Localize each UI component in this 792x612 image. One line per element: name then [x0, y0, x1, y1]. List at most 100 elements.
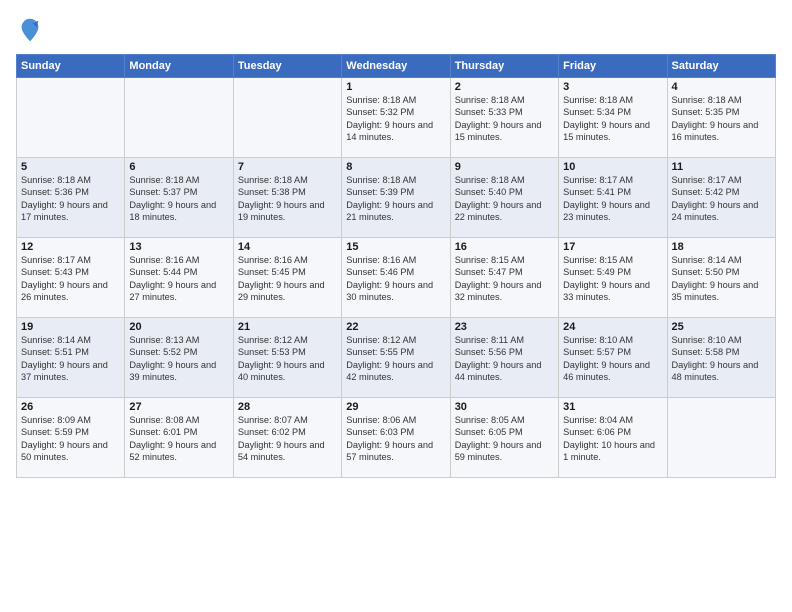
day-cell: 27Sunrise: 8:08 AM Sunset: 6:01 PM Dayli… — [125, 398, 233, 478]
day-info: Sunrise: 8:18 AM Sunset: 5:39 PM Dayligh… — [346, 174, 445, 224]
day-cell — [667, 398, 775, 478]
day-cell: 13Sunrise: 8:16 AM Sunset: 5:44 PM Dayli… — [125, 238, 233, 318]
day-cell: 1Sunrise: 8:18 AM Sunset: 5:32 PM Daylig… — [342, 78, 450, 158]
day-info: Sunrise: 8:17 AM Sunset: 5:43 PM Dayligh… — [21, 254, 120, 304]
day-info: Sunrise: 8:18 AM Sunset: 5:33 PM Dayligh… — [455, 94, 554, 144]
day-cell: 19Sunrise: 8:14 AM Sunset: 5:51 PM Dayli… — [17, 318, 125, 398]
day-number: 16 — [455, 241, 554, 253]
day-cell: 16Sunrise: 8:15 AM Sunset: 5:47 PM Dayli… — [450, 238, 558, 318]
day-number: 27 — [129, 401, 228, 413]
day-number: 15 — [346, 241, 445, 253]
day-info: Sunrise: 8:18 AM Sunset: 5:36 PM Dayligh… — [21, 174, 120, 224]
day-info: Sunrise: 8:18 AM Sunset: 5:32 PM Dayligh… — [346, 94, 445, 144]
day-number: 12 — [21, 241, 120, 253]
calendar-table: SundayMondayTuesdayWednesdayThursdayFrid… — [16, 54, 776, 478]
week-row-2: 5Sunrise: 8:18 AM Sunset: 5:36 PM Daylig… — [17, 158, 776, 238]
weekday-thursday: Thursday — [450, 55, 558, 78]
day-info: Sunrise: 8:16 AM Sunset: 5:44 PM Dayligh… — [129, 254, 228, 304]
day-number: 25 — [672, 321, 771, 333]
day-number: 30 — [455, 401, 554, 413]
day-info: Sunrise: 8:08 AM Sunset: 6:01 PM Dayligh… — [129, 414, 228, 464]
weekday-wednesday: Wednesday — [342, 55, 450, 78]
day-info: Sunrise: 8:07 AM Sunset: 6:02 PM Dayligh… — [238, 414, 337, 464]
day-cell: 17Sunrise: 8:15 AM Sunset: 5:49 PM Dayli… — [559, 238, 667, 318]
day-info: Sunrise: 8:15 AM Sunset: 5:49 PM Dayligh… — [563, 254, 662, 304]
day-number: 10 — [563, 161, 662, 173]
logo-icon — [16, 16, 44, 44]
day-number: 20 — [129, 321, 228, 333]
day-number: 28 — [238, 401, 337, 413]
day-number: 9 — [455, 161, 554, 173]
day-cell: 31Sunrise: 8:04 AM Sunset: 6:06 PM Dayli… — [559, 398, 667, 478]
day-info: Sunrise: 8:16 AM Sunset: 5:46 PM Dayligh… — [346, 254, 445, 304]
day-number: 2 — [455, 81, 554, 93]
day-cell: 12Sunrise: 8:17 AM Sunset: 5:43 PM Dayli… — [17, 238, 125, 318]
day-number: 8 — [346, 161, 445, 173]
day-info: Sunrise: 8:17 AM Sunset: 5:42 PM Dayligh… — [672, 174, 771, 224]
day-number: 7 — [238, 161, 337, 173]
week-row-3: 12Sunrise: 8:17 AM Sunset: 5:43 PM Dayli… — [17, 238, 776, 318]
weekday-tuesday: Tuesday — [233, 55, 341, 78]
day-cell — [17, 78, 125, 158]
day-number: 29 — [346, 401, 445, 413]
day-cell: 28Sunrise: 8:07 AM Sunset: 6:02 PM Dayli… — [233, 398, 341, 478]
day-info: Sunrise: 8:11 AM Sunset: 5:56 PM Dayligh… — [455, 334, 554, 384]
day-number: 23 — [455, 321, 554, 333]
day-cell: 15Sunrise: 8:16 AM Sunset: 5:46 PM Dayli… — [342, 238, 450, 318]
day-cell: 25Sunrise: 8:10 AM Sunset: 5:58 PM Dayli… — [667, 318, 775, 398]
day-cell: 3Sunrise: 8:18 AM Sunset: 5:34 PM Daylig… — [559, 78, 667, 158]
week-row-5: 26Sunrise: 8:09 AM Sunset: 5:59 PM Dayli… — [17, 398, 776, 478]
day-number: 1 — [346, 81, 445, 93]
day-info: Sunrise: 8:15 AM Sunset: 5:47 PM Dayligh… — [455, 254, 554, 304]
day-cell — [125, 78, 233, 158]
weekday-monday: Monday — [125, 55, 233, 78]
day-info: Sunrise: 8:12 AM Sunset: 5:53 PM Dayligh… — [238, 334, 337, 384]
day-info: Sunrise: 8:05 AM Sunset: 6:05 PM Dayligh… — [455, 414, 554, 464]
day-number: 3 — [563, 81, 662, 93]
day-number: 4 — [672, 81, 771, 93]
day-cell: 30Sunrise: 8:05 AM Sunset: 6:05 PM Dayli… — [450, 398, 558, 478]
day-info: Sunrise: 8:06 AM Sunset: 6:03 PM Dayligh… — [346, 414, 445, 464]
day-number: 11 — [672, 161, 771, 173]
day-cell: 4Sunrise: 8:18 AM Sunset: 5:35 PM Daylig… — [667, 78, 775, 158]
day-info: Sunrise: 8:10 AM Sunset: 5:57 PM Dayligh… — [563, 334, 662, 384]
day-info: Sunrise: 8:04 AM Sunset: 6:06 PM Dayligh… — [563, 414, 662, 464]
day-cell: 2Sunrise: 8:18 AM Sunset: 5:33 PM Daylig… — [450, 78, 558, 158]
day-cell: 23Sunrise: 8:11 AM Sunset: 5:56 PM Dayli… — [450, 318, 558, 398]
day-info: Sunrise: 8:12 AM Sunset: 5:55 PM Dayligh… — [346, 334, 445, 384]
day-number: 26 — [21, 401, 120, 413]
day-number: 5 — [21, 161, 120, 173]
day-cell: 9Sunrise: 8:18 AM Sunset: 5:40 PM Daylig… — [450, 158, 558, 238]
day-number: 14 — [238, 241, 337, 253]
day-cell: 8Sunrise: 8:18 AM Sunset: 5:39 PM Daylig… — [342, 158, 450, 238]
logo — [16, 16, 48, 44]
day-cell: 18Sunrise: 8:14 AM Sunset: 5:50 PM Dayli… — [667, 238, 775, 318]
day-number: 31 — [563, 401, 662, 413]
day-cell: 11Sunrise: 8:17 AM Sunset: 5:42 PM Dayli… — [667, 158, 775, 238]
day-cell: 24Sunrise: 8:10 AM Sunset: 5:57 PM Dayli… — [559, 318, 667, 398]
day-cell — [233, 78, 341, 158]
day-number: 22 — [346, 321, 445, 333]
weekday-saturday: Saturday — [667, 55, 775, 78]
day-cell: 10Sunrise: 8:17 AM Sunset: 5:41 PM Dayli… — [559, 158, 667, 238]
day-cell: 5Sunrise: 8:18 AM Sunset: 5:36 PM Daylig… — [17, 158, 125, 238]
day-cell: 21Sunrise: 8:12 AM Sunset: 5:53 PM Dayli… — [233, 318, 341, 398]
day-number: 17 — [563, 241, 662, 253]
weekday-friday: Friday — [559, 55, 667, 78]
day-info: Sunrise: 8:13 AM Sunset: 5:52 PM Dayligh… — [129, 334, 228, 384]
day-info: Sunrise: 8:14 AM Sunset: 5:51 PM Dayligh… — [21, 334, 120, 384]
day-info: Sunrise: 8:16 AM Sunset: 5:45 PM Dayligh… — [238, 254, 337, 304]
week-row-4: 19Sunrise: 8:14 AM Sunset: 5:51 PM Dayli… — [17, 318, 776, 398]
day-number: 21 — [238, 321, 337, 333]
day-cell: 29Sunrise: 8:06 AM Sunset: 6:03 PM Dayli… — [342, 398, 450, 478]
day-info: Sunrise: 8:18 AM Sunset: 5:35 PM Dayligh… — [672, 94, 771, 144]
day-info: Sunrise: 8:18 AM Sunset: 5:38 PM Dayligh… — [238, 174, 337, 224]
day-cell: 6Sunrise: 8:18 AM Sunset: 5:37 PM Daylig… — [125, 158, 233, 238]
day-info: Sunrise: 8:14 AM Sunset: 5:50 PM Dayligh… — [672, 254, 771, 304]
day-number: 24 — [563, 321, 662, 333]
day-cell: 22Sunrise: 8:12 AM Sunset: 5:55 PM Dayli… — [342, 318, 450, 398]
page: SundayMondayTuesdayWednesdayThursdayFrid… — [0, 0, 792, 612]
header — [16, 16, 776, 44]
day-info: Sunrise: 8:10 AM Sunset: 5:58 PM Dayligh… — [672, 334, 771, 384]
day-info: Sunrise: 8:18 AM Sunset: 5:40 PM Dayligh… — [455, 174, 554, 224]
